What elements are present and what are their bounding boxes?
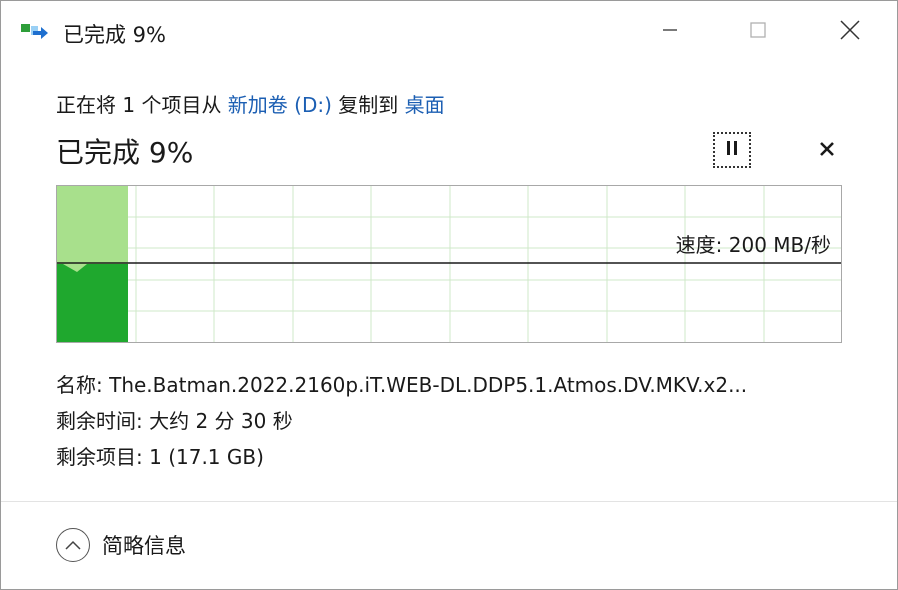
minimize-icon: [660, 20, 680, 44]
fewer-details-button[interactable]: 简略信息: [56, 528, 186, 562]
time-remaining-value: 大约 2 分 30 秒: [149, 409, 293, 433]
time-remaining-label: 剩余时间:: [56, 409, 150, 433]
progress-title: 已完成 9%: [56, 136, 194, 169]
items-remaining-value: 1 (17.1 GB): [149, 445, 264, 469]
time-remaining-row: 剩余时间: 大约 2 分 30 秒: [56, 405, 293, 434]
chevron-up-icon: [56, 528, 90, 562]
copy-description: 正在将 1 个项目从 新加卷 (D:) 复制到 桌面: [56, 89, 445, 118]
graph-grid: [57, 186, 841, 342]
window-title: 已完成 9%: [63, 23, 166, 47]
speed-graph: 速度: 200 MB/秒: [56, 185, 842, 343]
items-remaining-row: 剩余项目: 1 (17.1 GB): [56, 441, 264, 470]
progress-fill-dark: [57, 264, 128, 342]
minimize-button[interactable]: [647, 9, 693, 55]
copy-dialog-window: 已完成 9% 正在将 1 个项目从 新加卷 (D:) 复制到 桌面 已完成 9%: [0, 0, 898, 590]
desc-prefix: 正在将 1 个项目从: [56, 93, 228, 117]
speed-graph-canvas: [57, 186, 841, 342]
close-button[interactable]: [827, 9, 873, 55]
destination-link[interactable]: 桌面: [405, 93, 445, 117]
file-name-value: The.Batman.2022.2160p.iT.WEB-DL.DDP5.1.A…: [109, 373, 748, 397]
cancel-icon: [818, 140, 836, 162]
file-name-label: 名称:: [56, 373, 110, 397]
file-name-row: 名称: The.Batman.2022.2160p.iT.WEB-DL.DDP5…: [56, 369, 856, 398]
fewer-details-label: 简略信息: [102, 534, 186, 558]
cancel-button[interactable]: [809, 133, 845, 169]
title-bar[interactable]: 已完成 9%: [1, 1, 897, 63]
source-link[interactable]: 新加卷 (D:): [228, 93, 332, 117]
progress-fill-light: [57, 186, 128, 264]
speed-label: 速度: 200 MB/秒: [675, 233, 831, 257]
items-remaining-label: 剩余项目:: [56, 445, 150, 469]
desc-middle: 复制到: [331, 93, 405, 117]
pause-button[interactable]: [713, 132, 751, 168]
copy-arrow-icon: [21, 22, 49, 42]
maximize-icon: [748, 20, 768, 44]
maximize-button[interactable]: [735, 9, 781, 55]
pause-icon: [724, 139, 740, 161]
close-icon: [839, 19, 861, 45]
